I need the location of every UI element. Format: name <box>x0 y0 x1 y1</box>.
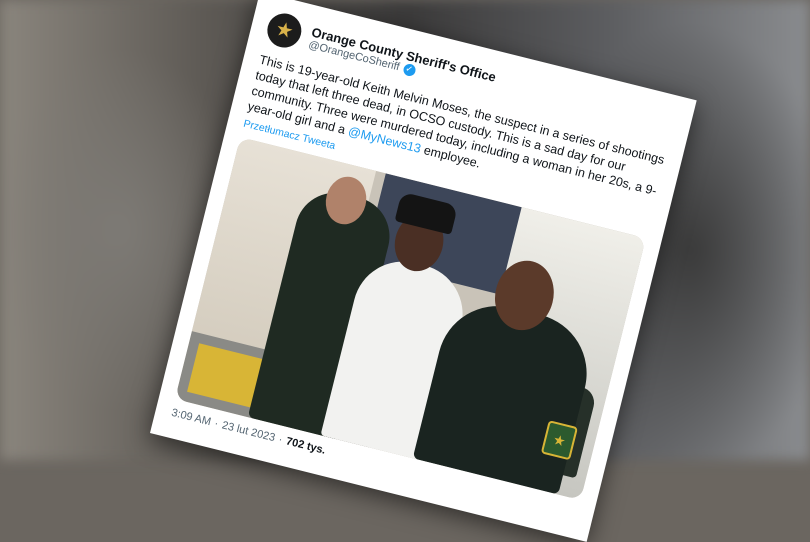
tweet-views: 702 tys. <box>284 435 327 457</box>
sheriff-star-icon[interactable]: ★ <box>263 9 305 52</box>
verified-badge-icon: ✓ <box>401 62 417 77</box>
tweet-time[interactable]: 3:09 AM <box>170 407 212 428</box>
separator: · <box>213 417 220 431</box>
separator: · <box>277 433 284 447</box>
tweet-date[interactable]: 23 lut 2023 <box>221 419 277 444</box>
